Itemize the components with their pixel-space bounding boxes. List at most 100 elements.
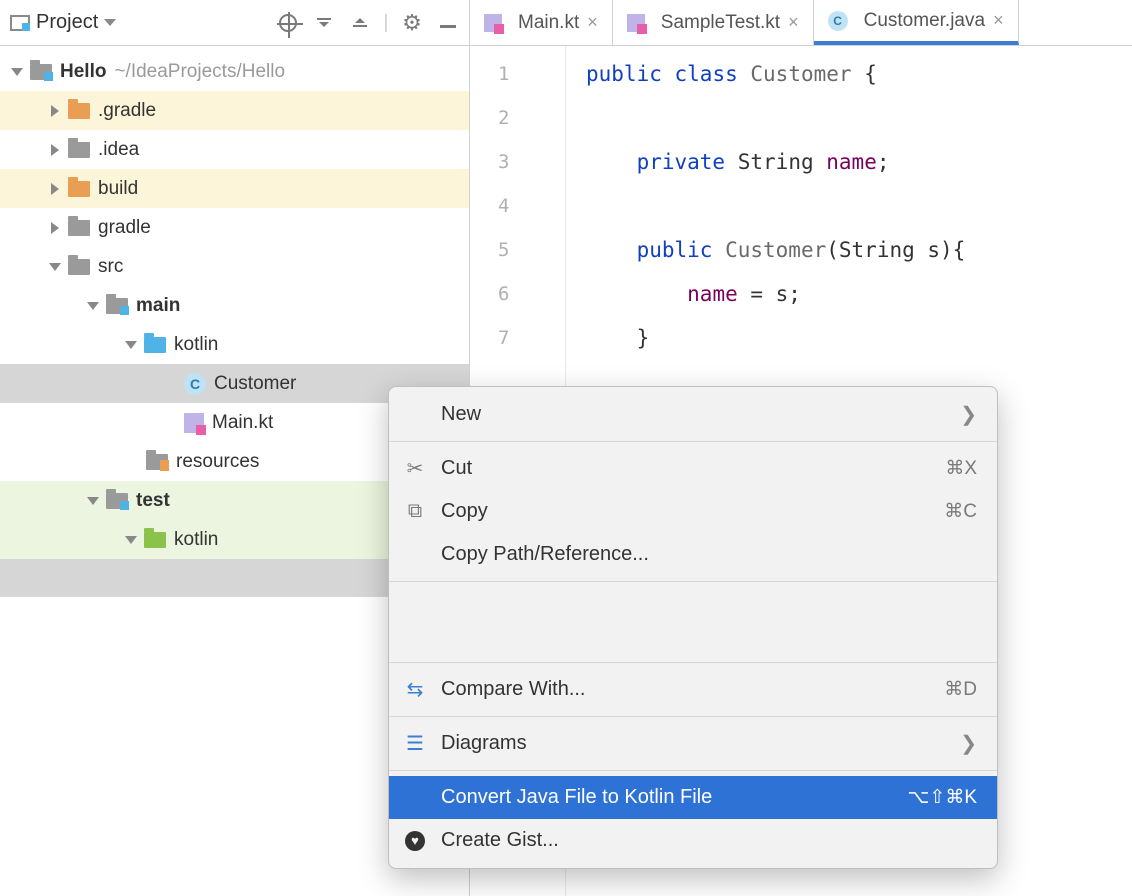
- menu-label: Convert Java File to Kotlin File: [441, 786, 894, 809]
- tree-label: build: [98, 178, 138, 200]
- tree-path: ~/IdeaProjects/Hello: [114, 61, 285, 83]
- separator: [389, 770, 997, 771]
- shortcut: ⌘X: [945, 457, 977, 480]
- compare-icon: ⇆: [403, 677, 427, 702]
- chevron-down-icon[interactable]: [86, 302, 100, 310]
- chevron-down-icon[interactable]: [10, 68, 24, 76]
- tree-label: kotlin: [174, 529, 218, 551]
- collapse-all-button[interactable]: [345, 8, 375, 38]
- chevron-down-icon[interactable]: [124, 536, 138, 544]
- project-dropdown[interactable]: Project: [10, 11, 116, 34]
- expand-all-button[interactable]: [309, 8, 339, 38]
- tree-label: .gradle: [98, 100, 156, 122]
- diagrams-icon: ☰: [403, 731, 427, 756]
- tree-item-idea[interactable]: .idea: [0, 130, 469, 169]
- chevron-right-icon[interactable]: [48, 105, 62, 117]
- chevron-down-icon: [104, 19, 116, 26]
- tree-label: gradle: [98, 217, 151, 239]
- menu-item-compare[interactable]: ⇆ Compare With... ⌘D: [389, 668, 997, 711]
- tree-label: Customer: [214, 373, 296, 395]
- tree-item-main[interactable]: main: [0, 286, 469, 325]
- github-icon: ♥: [403, 831, 427, 851]
- java-class-icon: C: [828, 11, 848, 31]
- tree-item-src[interactable]: src: [0, 247, 469, 286]
- tree-item-gradle[interactable]: gradle: [0, 208, 469, 247]
- tab-sampletest-kt[interactable]: SampleTest.kt ×: [613, 0, 814, 45]
- separator: [389, 662, 997, 663]
- close-icon[interactable]: ×: [993, 10, 1004, 31]
- module-icon: [106, 298, 128, 314]
- tree-label: Main.kt: [212, 412, 273, 434]
- context-menu: New ❯ ✂ Cut ⌘X ⧉ Copy ⌘C Copy Path/Refer…: [388, 386, 998, 869]
- menu-label: Cut: [441, 457, 931, 480]
- folder-icon: [68, 259, 90, 275]
- tree-item-build[interactable]: build: [0, 169, 469, 208]
- folder-icon: [68, 220, 90, 236]
- folder-icon: [68, 103, 90, 119]
- resources-folder-icon: [146, 454, 168, 470]
- chevron-down-icon[interactable]: [86, 497, 100, 505]
- menu-item-copy[interactable]: ⧉ Copy ⌘C: [389, 490, 997, 533]
- line-number: 6: [470, 272, 565, 316]
- chevron-down-icon[interactable]: [48, 263, 62, 271]
- menu-label: Diagrams: [441, 732, 946, 755]
- tab-label: Main.kt: [518, 12, 579, 34]
- tree-label: test: [136, 490, 170, 512]
- kotlin-file-icon: [184, 413, 204, 433]
- separator: [389, 716, 997, 717]
- separator: [389, 441, 997, 442]
- menu-item-copy-path[interactable]: Copy Path/Reference...: [389, 533, 997, 576]
- menu-label: Copy: [441, 500, 930, 523]
- locate-button[interactable]: [273, 8, 303, 38]
- tree-label: .idea: [98, 139, 139, 161]
- shortcut: ⌘C: [944, 500, 977, 523]
- menu-label: New: [441, 403, 946, 426]
- target-icon: [279, 14, 297, 32]
- menu-gap: [389, 587, 997, 657]
- kotlin-file-icon: [627, 14, 645, 32]
- chevron-right-icon[interactable]: [48, 144, 62, 156]
- chevron-down-icon[interactable]: [124, 341, 138, 349]
- menu-item-cut[interactable]: ✂ Cut ⌘X: [389, 447, 997, 490]
- chevron-right-icon: ❯: [960, 731, 977, 756]
- chevron-right-icon[interactable]: [48, 183, 62, 195]
- minimize-button[interactable]: [433, 8, 463, 38]
- tree-label: src: [98, 256, 123, 278]
- menu-item-new[interactable]: New ❯: [389, 393, 997, 436]
- gear-icon: ⚙: [402, 10, 422, 36]
- menu-label: Create Gist...: [441, 829, 977, 852]
- menu-label: Copy Path/Reference...: [441, 543, 977, 566]
- tab-customer-java[interactable]: C Customer.java ×: [814, 0, 1019, 45]
- tree-root[interactable]: Hello ~/IdeaProjects/Hello: [0, 52, 469, 91]
- close-icon[interactable]: ×: [587, 12, 598, 33]
- line-number: 4: [470, 184, 565, 228]
- tree-item-gradle-dot[interactable]: .gradle: [0, 91, 469, 130]
- menu-item-diagrams[interactable]: ☰ Diagrams ❯: [389, 722, 997, 765]
- scissors-icon: ✂: [403, 456, 427, 481]
- line-number: 3: [470, 140, 565, 184]
- tab-main-kt[interactable]: Main.kt ×: [470, 0, 613, 45]
- java-class-icon: C: [184, 373, 206, 395]
- source-folder-icon: [144, 337, 166, 353]
- shortcut: ⌥⇧⌘K: [908, 786, 978, 809]
- menu-label: Compare With...: [441, 678, 930, 701]
- tree-item-kotlin-main[interactable]: kotlin: [0, 325, 469, 364]
- close-icon[interactable]: ×: [788, 12, 799, 33]
- folder-icon: [68, 181, 90, 197]
- line-number: 7: [470, 316, 565, 360]
- chevron-right-icon: ❯: [960, 402, 977, 427]
- tree-label: main: [136, 295, 180, 317]
- minimize-icon: [440, 25, 456, 28]
- tree-label: kotlin: [174, 334, 218, 356]
- expand-all-icon: [315, 18, 333, 27]
- chevron-right-icon[interactable]: [48, 222, 62, 234]
- line-number: 1: [470, 52, 565, 96]
- menu-item-gist[interactable]: ♥ Create Gist...: [389, 819, 997, 862]
- line-number: 2: [470, 96, 565, 140]
- menu-item-convert[interactable]: Convert Java File to Kotlin File ⌥⇧⌘K: [389, 776, 997, 819]
- line-number: 5: [470, 228, 565, 272]
- folder-icon: [68, 142, 90, 158]
- module-icon: [106, 493, 128, 509]
- settings-button[interactable]: ⚙: [397, 8, 427, 38]
- project-icon: [10, 15, 30, 31]
